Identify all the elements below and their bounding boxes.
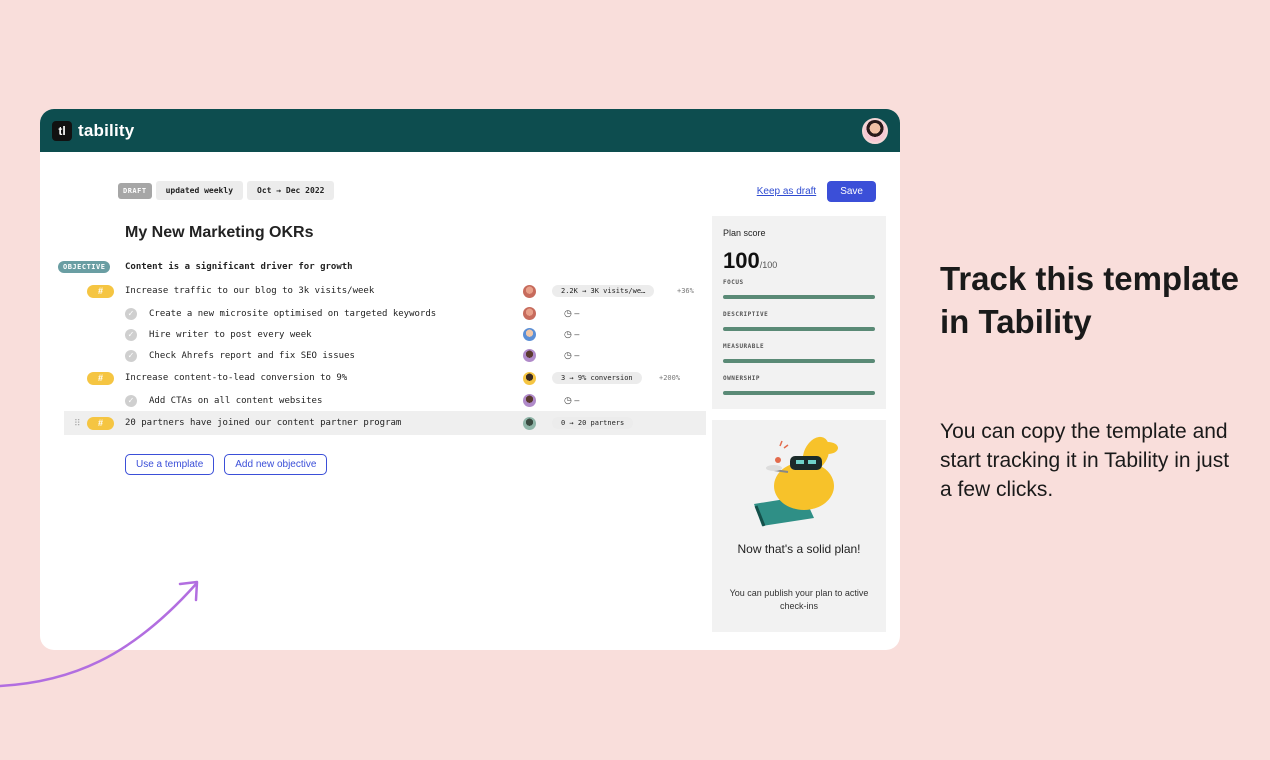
clock-icon[interactable]: ◷ – bbox=[564, 395, 579, 406]
objective-row[interactable]: OBJECTIVE Content is a significant drive… bbox=[58, 255, 708, 279]
progress-pill[interactable]: 3 → 9% conversion bbox=[552, 372, 642, 384]
metric-name: OWNERSHIP bbox=[723, 375, 761, 382]
clock-icon[interactable]: ◷ – bbox=[564, 350, 579, 361]
promo-title: Track this template in Tability bbox=[940, 260, 1239, 340]
owner-avatar[interactable] bbox=[523, 371, 536, 385]
brand-logo[interactable]: tl tability bbox=[52, 120, 135, 141]
keep-as-draft-link[interactable]: Keep as draft bbox=[757, 186, 816, 197]
due-date: – bbox=[574, 329, 580, 339]
score-metric: DESCRIPTIVE bbox=[723, 311, 875, 331]
drag-handle-icon[interactable]: ⠿ bbox=[74, 418, 80, 429]
okr-list: OBJECTIVE Content is a significant drive… bbox=[58, 255, 708, 435]
task-text[interactable]: Add CTAs on all content websites bbox=[149, 396, 322, 406]
plan-score-label: Plan score bbox=[723, 228, 766, 238]
task-text[interactable]: Create a new microsite optimised on targ… bbox=[149, 309, 436, 319]
metric-name: FOCUS bbox=[723, 279, 744, 286]
due-date: – bbox=[574, 308, 580, 318]
objective-text[interactable]: Content is a significant driver for grow… bbox=[125, 262, 353, 272]
frequency-chip[interactable]: updated weekly bbox=[155, 181, 244, 200]
plan-title[interactable]: My New Marketing OKRs bbox=[125, 224, 313, 242]
toolbar-actions: Keep as draft Save bbox=[757, 181, 876, 202]
due-date: – bbox=[574, 350, 580, 360]
task-row[interactable]: ✓ Hire writer to post every week ◷ – bbox=[58, 324, 708, 345]
checkmark-icon[interactable]: ✓ bbox=[125, 349, 137, 362]
owner-avatar[interactable] bbox=[523, 349, 536, 362]
user-avatar[interactable] bbox=[862, 117, 888, 144]
draft-badge: DRAFT bbox=[118, 182, 152, 199]
checkmark-icon[interactable]: ✓ bbox=[125, 307, 137, 320]
owner-avatar[interactable] bbox=[523, 284, 536, 298]
task-row[interactable]: ✓ Check Ahrefs report and fix SEO issues… bbox=[58, 345, 708, 366]
key-result-text[interactable]: Increase content-to-lead conversion to 9… bbox=[125, 373, 347, 383]
task-row[interactable]: ✓ Add CTAs on all content websites ◷ – bbox=[58, 390, 708, 411]
celebration-illustration bbox=[754, 436, 838, 527]
clock-icon[interactable]: ◷ – bbox=[564, 329, 579, 340]
clock-icon[interactable]: ◷ – bbox=[564, 308, 579, 319]
promo-body: You can copy the template and start trac… bbox=[940, 420, 1230, 501]
tability-logo-icon: tl bbox=[52, 120, 72, 141]
key-result-row[interactable]: # Increase traffic to our blog to 3k vis… bbox=[58, 279, 708, 303]
app-window: tl tability DRAFT updated weekly Oct → D… bbox=[40, 109, 900, 650]
solid-plan-subtitle: You can publish your plan to active chec… bbox=[729, 588, 869, 611]
progress-delta: +36% bbox=[677, 287, 694, 295]
task-row[interactable]: ✓ Create a new microsite optimised on ta… bbox=[58, 303, 708, 324]
metric-bar bbox=[723, 359, 875, 363]
score-max: /100 bbox=[759, 260, 778, 270]
owner-avatar[interactable] bbox=[523, 416, 536, 430]
progress-pill[interactable]: 0 → 20 partners bbox=[552, 417, 634, 429]
metric-bar bbox=[723, 327, 875, 331]
period-chip[interactable]: Oct → Dec 2022 bbox=[247, 181, 335, 200]
plan-score-value: 100/100 bbox=[723, 248, 875, 274]
owner-avatar[interactable] bbox=[523, 394, 536, 407]
top-bar: tl tability bbox=[40, 109, 900, 152]
plan-actions: Use a template Add new objective bbox=[125, 454, 328, 475]
key-result-row[interactable]: ⠿ # 20 partners have joined our content … bbox=[64, 411, 706, 435]
score-metric: MEASURABLE bbox=[723, 343, 875, 363]
owner-avatar[interactable] bbox=[523, 328, 536, 341]
solid-plan-title: Now that's a solid plan! bbox=[737, 542, 861, 556]
save-button[interactable]: Save bbox=[827, 181, 876, 202]
metric-name: DESCRIPTIVE bbox=[723, 311, 769, 318]
metric-bar bbox=[723, 391, 875, 395]
plan-toolbar: DRAFT updated weekly Oct → Dec 2022 bbox=[118, 181, 335, 200]
solid-plan-card: Now that's a solid plan! You can publish… bbox=[712, 420, 886, 632]
plan-score-card: Plan score 100/100 FOCUS DESCRIPTIVE MEA… bbox=[712, 216, 886, 409]
owner-avatar[interactable] bbox=[523, 307, 536, 320]
score-metric: FOCUS bbox=[723, 279, 875, 299]
arrow-graphic bbox=[0, 580, 199, 688]
score-metric: OWNERSHIP bbox=[723, 375, 875, 395]
use-template-button[interactable]: Use a template bbox=[125, 454, 215, 475]
task-text[interactable]: Check Ahrefs report and fix SEO issues bbox=[149, 351, 355, 361]
key-result-hash-badge: # bbox=[87, 371, 114, 385]
task-text[interactable]: Hire writer to post every week bbox=[149, 330, 312, 340]
key-result-hash-badge: # bbox=[87, 416, 114, 430]
metric-name: MEASURABLE bbox=[723, 343, 765, 350]
progress-delta: +200% bbox=[659, 374, 681, 382]
score-number: 100 bbox=[723, 248, 760, 273]
add-objective-button[interactable]: Add new objective bbox=[224, 454, 328, 475]
metric-bar bbox=[723, 295, 875, 299]
brand-name: tability bbox=[78, 120, 135, 140]
key-result-hash-badge: # bbox=[87, 284, 114, 298]
key-result-text[interactable]: Increase traffic to our blog to 3k visit… bbox=[125, 286, 374, 296]
checkmark-icon[interactable]: ✓ bbox=[125, 328, 137, 341]
objective-badge: OBJECTIVE bbox=[58, 261, 111, 273]
due-date: – bbox=[574, 395, 580, 405]
key-result-text[interactable]: 20 partners have joined our content part… bbox=[125, 418, 401, 428]
key-result-row[interactable]: # Increase content-to-lead conversion to… bbox=[58, 366, 708, 390]
progress-pill[interactable]: 2.2K → 3K visits/we… bbox=[552, 285, 655, 297]
checkmark-icon[interactable]: ✓ bbox=[125, 394, 137, 407]
